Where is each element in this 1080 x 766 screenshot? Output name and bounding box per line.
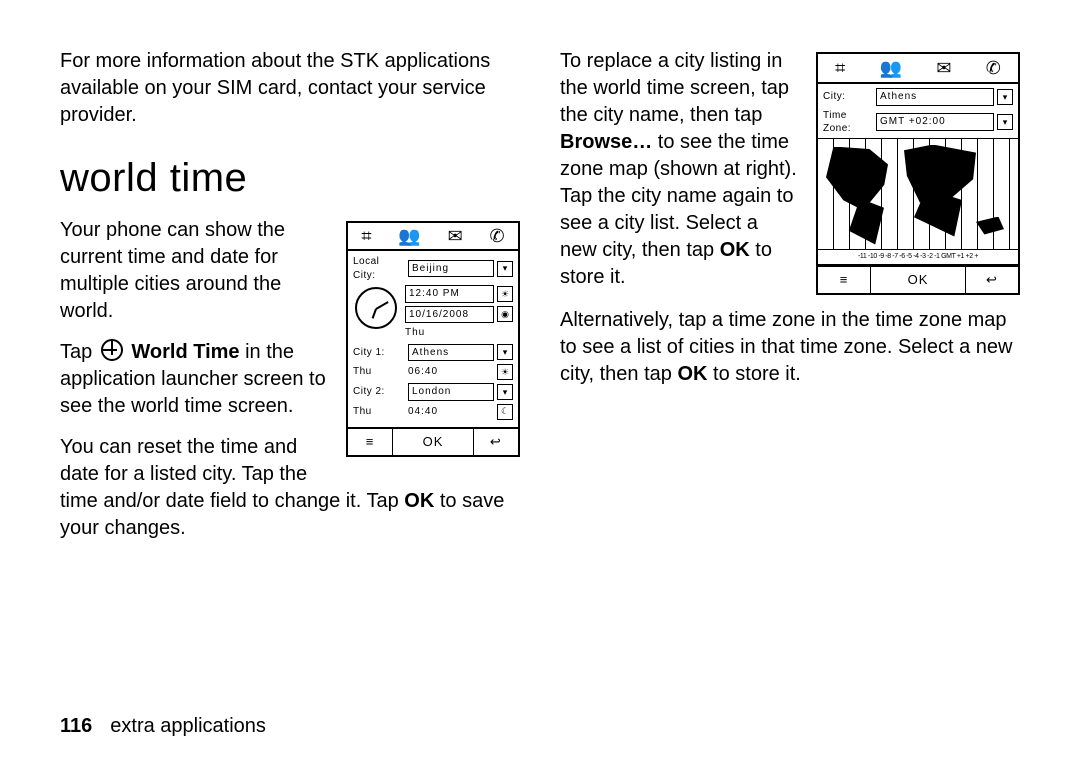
section-name: extra applications <box>110 715 266 737</box>
sun-icon: ☀ <box>497 364 513 380</box>
dropdown-icon[interactable]: ▾ <box>997 114 1013 130</box>
world-map[interactable] <box>818 138 1018 250</box>
map-tz-field[interactable]: GMT +02:00 <box>876 113 994 131</box>
ok-button[interactable]: OK <box>393 429 474 455</box>
moon-icon: ☾ <box>497 404 513 420</box>
globe-small-icon: ◉ <box>497 306 513 322</box>
phone-icon: ✆ <box>490 224 505 248</box>
city2-day: Thu <box>353 405 405 419</box>
timezone-map-illustration: ⌗ 👥 ✉ ✆ City: Athens ▾ Time Zone: <box>816 52 1020 295</box>
world-time-icon <box>101 339 123 361</box>
timezone-numbers: -11 -10 -9 -8 -7 -6 -5 -4 -3 -2 -1 GMT +… <box>818 250 1018 265</box>
back-button[interactable]: ↩ <box>474 429 518 455</box>
heading-world-time: world time <box>60 151 520 205</box>
city1-time: 06:40 <box>408 365 494 379</box>
contacts-icon: 👥 <box>398 224 420 248</box>
world-time-screen-illustration: ⌗ 👥 ✉ ✆ Local City: Beijing ▾ <box>346 221 520 457</box>
menu-button[interactable]: ≡ <box>818 267 871 293</box>
menu-button[interactable]: ≡ <box>348 429 393 455</box>
city2-time: 04:40 <box>408 405 494 419</box>
local-city-field[interactable]: Beijing <box>408 260 494 278</box>
day-label: Thu <box>405 326 513 340</box>
mail-icon: ✉ <box>448 224 463 248</box>
map-city-field[interactable]: Athens <box>876 88 994 106</box>
launcher-icon: ⌗ <box>835 56 845 80</box>
dropdown-icon[interactable]: ▾ <box>497 344 513 360</box>
time-field[interactable]: 12:40 PM <box>405 285 494 303</box>
city1-label: City 1: <box>353 346 405 360</box>
para-alternatively: Alternatively, tap a time zone in the ti… <box>560 307 1020 388</box>
city2-label: City 2: <box>353 385 405 399</box>
ok-button[interactable]: OK <box>871 267 966 293</box>
dropdown-icon[interactable]: ▾ <box>997 89 1013 105</box>
city2-field[interactable]: London <box>408 383 494 401</box>
date-field[interactable]: 10/16/2008 <box>405 306 494 324</box>
mail-icon: ✉ <box>936 56 951 80</box>
sun-icon: ☀ <box>497 286 513 302</box>
contacts-icon: 👥 <box>880 56 902 80</box>
clock-icon <box>355 287 397 329</box>
dropdown-icon[interactable]: ▾ <box>497 384 513 400</box>
city1-field[interactable]: Athens <box>408 344 494 362</box>
map-tz-label: Time Zone: <box>823 109 873 136</box>
phone-icon: ✆ <box>986 56 1001 80</box>
launcher-icon: ⌗ <box>361 224 371 248</box>
city1-day: Thu <box>353 365 405 379</box>
local-city-label: Local City: <box>353 255 405 282</box>
map-city-label: City: <box>823 90 873 104</box>
dropdown-icon[interactable]: ▾ <box>497 261 513 277</box>
intro-paragraph: For more information about the STK appli… <box>60 48 520 129</box>
page-footer: 116 extra applications <box>60 715 266 738</box>
back-button[interactable]: ↩ <box>966 267 1018 293</box>
page-number: 116 <box>60 715 92 737</box>
